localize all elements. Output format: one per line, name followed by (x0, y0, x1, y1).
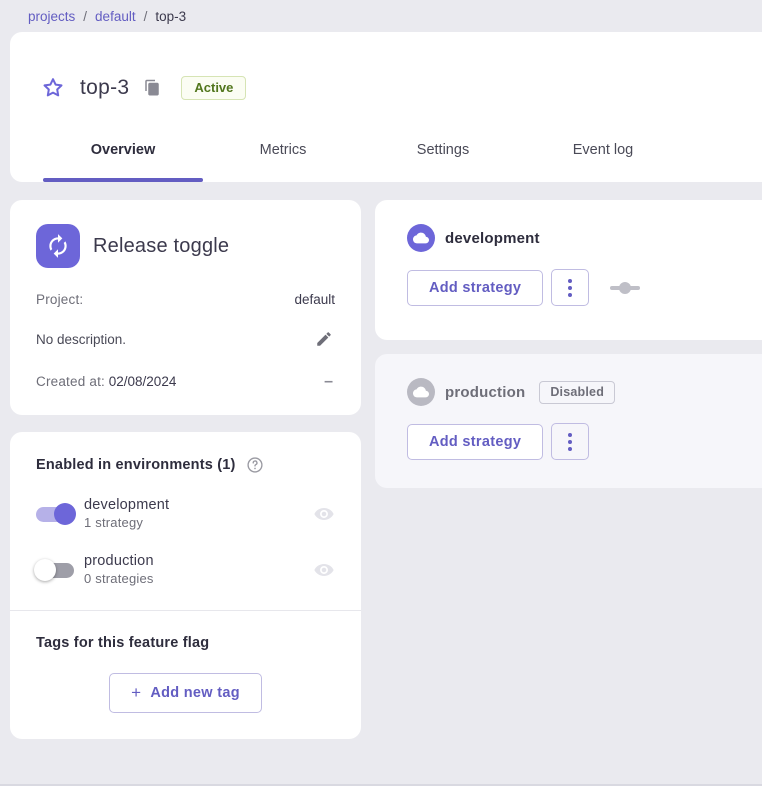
add-strategy-label: Add strategy (429, 434, 521, 450)
toggle-thumb (54, 503, 76, 525)
release-toggle-type-icon-badge (36, 224, 80, 268)
breadcrumb-current: top-3 (155, 9, 186, 24)
environment-panel-name: production (445, 384, 525, 401)
pencil-icon (315, 330, 333, 348)
more-options-button-production[interactable] (551, 423, 589, 460)
tab-label: Event log (573, 142, 633, 158)
status-badge: Active (181, 76, 246, 100)
tab-settings[interactable]: Settings (363, 118, 523, 182)
environment-strategy-count: 0 strategies (84, 571, 313, 586)
toggle-thumb (34, 559, 56, 581)
environment-name: production (84, 553, 313, 569)
feature-meta-card: Release toggle Project: default No descr… (10, 200, 361, 415)
created-at-label: Created at: (36, 374, 105, 389)
help-icon[interactable] (246, 456, 264, 474)
copy-name-button[interactable] (143, 79, 161, 97)
add-new-tag-label: Add new tag (150, 685, 240, 701)
tab-label: Overview (91, 142, 156, 158)
favorite-button[interactable] (40, 75, 66, 101)
tab-label: Metrics (260, 142, 307, 158)
cloud-icon (413, 230, 429, 246)
add-new-tag-button[interactable]: + Add new tag (109, 673, 262, 713)
environment-row-production: production 0 strategies (36, 553, 335, 586)
eye-icon[interactable] (313, 503, 335, 525)
dot (568, 440, 572, 444)
description-text: No description. (36, 332, 126, 347)
star-icon (41, 76, 65, 100)
tab-label: Settings (417, 142, 469, 158)
environments-card: Enabled in environments (1) development … (10, 432, 361, 739)
copy-icon (143, 79, 161, 97)
dot (568, 286, 572, 290)
feature-type-label: Release toggle (93, 235, 229, 258)
disabled-badge: Disabled (539, 381, 615, 404)
project-label: Project: (36, 292, 83, 307)
minus-icon: – (324, 377, 333, 387)
dot (568, 447, 572, 451)
add-strategy-button-development[interactable]: Add strategy (407, 270, 543, 306)
dot (568, 433, 572, 437)
tab-overview[interactable]: Overview (43, 118, 203, 182)
collapse-details-button[interactable]: – (322, 375, 335, 389)
rollout-slider-icon (609, 280, 641, 296)
eye-icon[interactable] (313, 559, 335, 581)
breadcrumb: projects / default / top-3 (0, 0, 762, 32)
tab-event-log[interactable]: Event log (523, 118, 683, 182)
production-environment-panel: production Disabled Add strategy (375, 354, 762, 488)
edit-description-button[interactable] (313, 328, 335, 350)
breadcrumb-separator: / (144, 9, 148, 24)
breadcrumb-projects-link[interactable]: projects (28, 9, 75, 24)
environment-strategy-count: 1 strategy (84, 515, 313, 530)
active-tab-indicator (43, 178, 203, 182)
development-toggle[interactable] (36, 504, 74, 524)
dot (568, 293, 572, 297)
environment-name: development (84, 497, 313, 513)
feature-header-card: top-3 Active Overview Metrics Settings E… (10, 32, 762, 182)
dot (568, 279, 572, 283)
feature-tabs: Overview Metrics Settings Event log (43, 118, 762, 182)
more-options-button-development[interactable] (551, 269, 589, 306)
enabled-environments-heading: Enabled in environments (1) (36, 457, 236, 473)
sync-icon (45, 233, 71, 259)
cloud-icon (413, 384, 429, 400)
production-environment-badge (407, 378, 435, 406)
tab-metrics[interactable]: Metrics (203, 118, 363, 182)
tags-heading: Tags for this feature flag (36, 635, 335, 651)
plus-icon: + (131, 683, 141, 703)
add-strategy-label: Add strategy (429, 280, 521, 296)
created-at-value: 02/08/2024 (109, 374, 177, 389)
tags-section: Tags for this feature flag + Add new tag (36, 611, 335, 739)
production-toggle[interactable] (36, 560, 74, 580)
environment-panel-name: development (445, 230, 540, 247)
development-environment-badge (407, 224, 435, 252)
breadcrumb-separator: / (83, 9, 87, 24)
project-value: default (294, 292, 335, 307)
environment-row-development: development 1 strategy (36, 497, 335, 530)
page-title: top-3 (80, 76, 129, 100)
add-strategy-button-production[interactable]: Add strategy (407, 424, 543, 460)
breadcrumb-default-link[interactable]: default (95, 9, 136, 24)
development-environment-panel: development Add strategy (375, 200, 762, 340)
